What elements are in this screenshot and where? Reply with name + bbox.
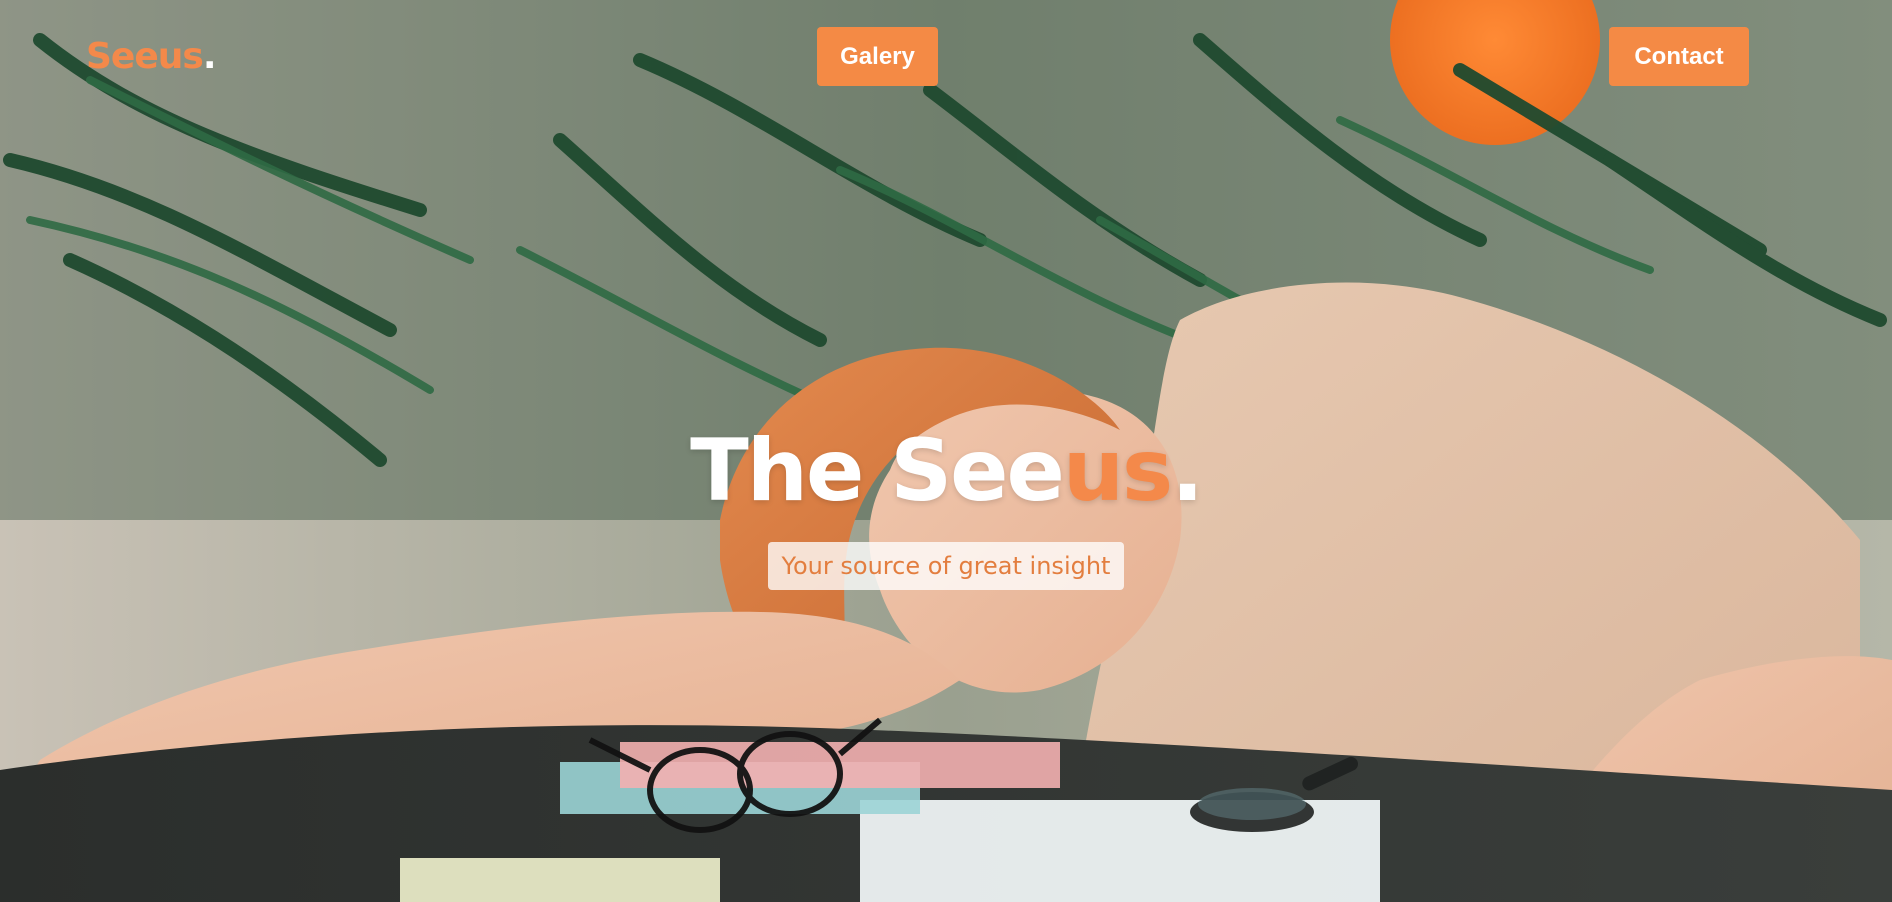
logo-prefix: Seeus: [86, 36, 204, 77]
hero-subtitle: Your source of great insight: [767, 542, 1125, 590]
hero: The Seeus. Your source of great insight: [0, 428, 1892, 590]
logo[interactable]: Seeus.: [86, 36, 216, 77]
hero-title: The Seeus.: [690, 428, 1204, 514]
hero-title-accent: us: [1062, 421, 1173, 521]
contact-button[interactable]: Contact: [1609, 27, 1749, 86]
hero-title-part1: The See: [690, 421, 1065, 521]
hero-overlay: Seeus. Galery Contact The Seeus. Your so…: [0, 0, 1892, 902]
hero-title-dot: .: [1171, 421, 1204, 521]
logo-dot: .: [202, 36, 217, 77]
galery-button[interactable]: Galery: [817, 27, 938, 86]
